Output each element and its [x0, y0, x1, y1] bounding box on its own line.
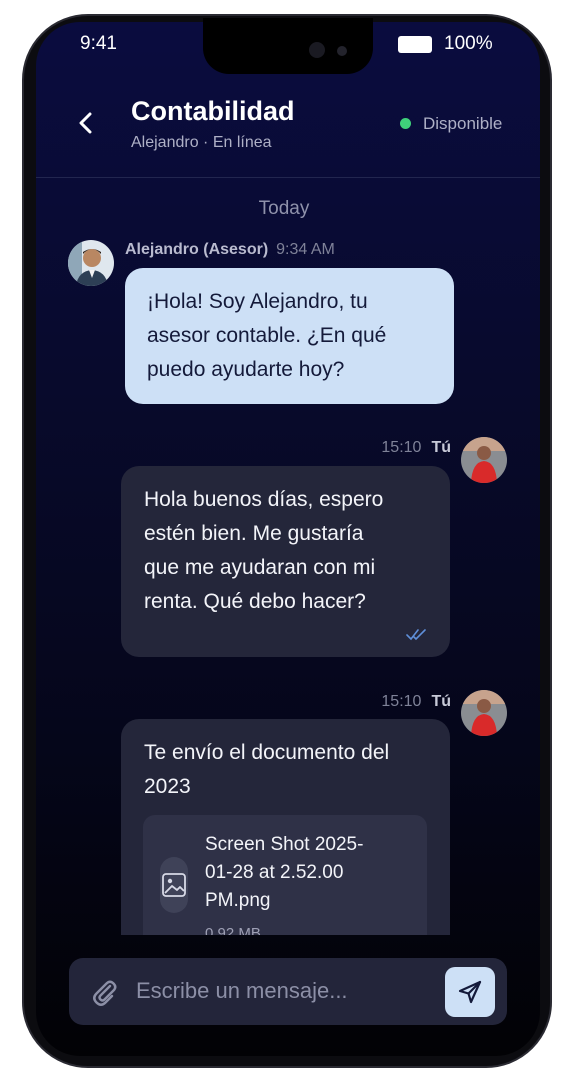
message-header: 15:10 Tú: [381, 439, 451, 457]
date-divider: Today: [258, 198, 310, 219]
user-avatar[interactable]: [461, 690, 507, 736]
notch: [203, 18, 373, 74]
online-status-dot: [400, 118, 411, 129]
message-line: estén bien. Me gustaría: [144, 522, 364, 545]
camera-icon: [309, 42, 325, 58]
avatar-photo-icon: [68, 240, 114, 286]
double-check-icon: [406, 629, 426, 641]
message-header: Alejandro (Asesor) 9:34 AM: [125, 241, 335, 259]
attachment-name-line: Screen Shot 2025-: [205, 834, 364, 855]
send-icon: [458, 980, 482, 1004]
avatar-photo-icon: [461, 437, 507, 483]
attachment-name: Screen Shot 2025- 01-28 at 2.52.00 PM.pn…: [205, 831, 405, 915]
send-button[interactable]: [445, 967, 495, 1017]
outgoing-message-bubble[interactable]: Hola buenos días, espero estén bien. Me …: [121, 466, 450, 657]
attachment-icon-holder: [160, 857, 188, 913]
attachment-name-line: 01-28 at 2.52.00: [205, 862, 344, 883]
user-avatar[interactable]: [461, 437, 507, 483]
chevron-left-icon: [79, 112, 92, 134]
message-line: ¡Hola! Soy Alejandro, tu: [147, 290, 368, 313]
advisor-avatar[interactable]: [68, 240, 114, 286]
status-time: 9:41: [80, 33, 117, 54]
message-line: puedo ayudarte hoy?: [147, 358, 345, 381]
availability-label: Disponible: [423, 114, 503, 133]
outgoing-message-bubble[interactable]: Te envío el documento del 2023 Screen Sh…: [121, 719, 450, 935]
message-time: 9:34 AM: [276, 241, 335, 258]
sender-name: Tú: [431, 439, 451, 456]
paperclip-icon[interactable]: [89, 977, 119, 1007]
message-composer: Escribe un mensaje...: [69, 958, 507, 1025]
chat-subtitle: Alejandro · En línea: [131, 134, 272, 151]
image-icon: [162, 873, 186, 897]
sender-name: Tú: [431, 693, 451, 710]
sensor-icon: [337, 46, 347, 56]
message-line: renta. Qué debo hacer?: [144, 590, 366, 613]
header-divider: [36, 177, 540, 178]
message-line: Hola buenos días, espero: [144, 488, 384, 511]
message-input[interactable]: Escribe un mensaje...: [136, 978, 348, 1004]
message-line: que me ayudaran con mi: [144, 556, 376, 579]
message-line: 2023: [144, 775, 191, 798]
chat-title: Contabilidad: [131, 96, 295, 126]
attachment-card[interactable]: Screen Shot 2025- 01-28 at 2.52.00 PM.pn…: [143, 815, 427, 935]
message-time: 15:10: [381, 693, 422, 710]
incoming-message-bubble[interactable]: ¡Hola! Soy Alejandro, tu asesor contable…: [125, 268, 454, 404]
battery-icon: [398, 36, 432, 53]
message-time: 15:10: [381, 439, 422, 456]
back-button[interactable]: [70, 106, 104, 140]
message-line: Te envío el documento del: [144, 741, 390, 764]
message-header: 15:10 Tú: [381, 693, 451, 711]
attachment-size: 0.92 MB: [205, 925, 261, 935]
battery-percentage: 100%: [444, 33, 493, 54]
message-line: asesor contable. ¿En qué: [147, 324, 387, 347]
avatar-photo-icon: [461, 690, 507, 736]
attachment-name-line: PM.png: [205, 890, 271, 911]
sender-name: Alejandro (Asesor): [125, 241, 269, 258]
